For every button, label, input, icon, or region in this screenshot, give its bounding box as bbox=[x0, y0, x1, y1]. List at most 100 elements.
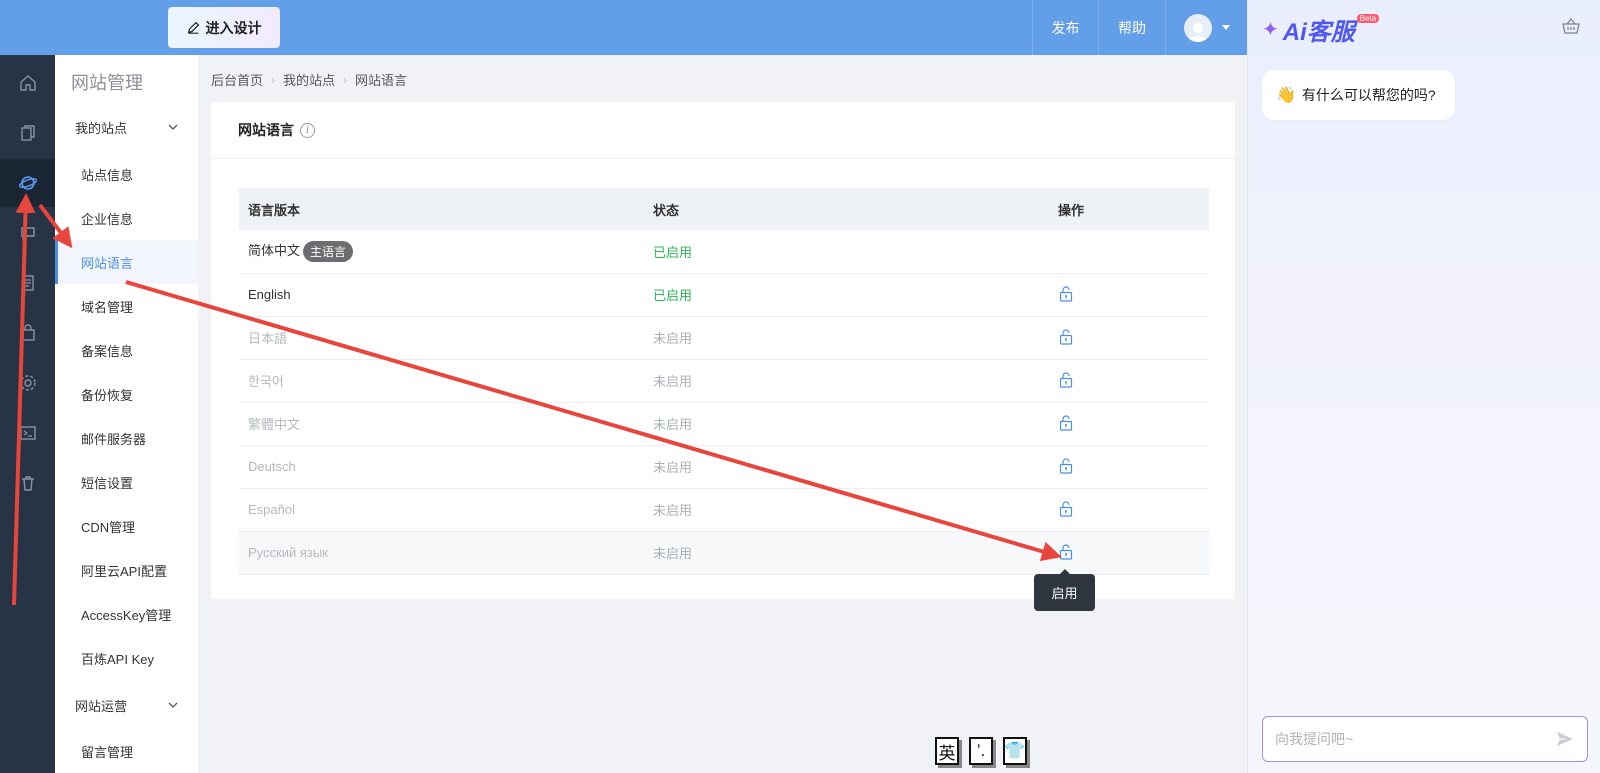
status-cell: 未启用 bbox=[644, 488, 1049, 532]
home-icon bbox=[19, 75, 36, 91]
breadcrumb-current: 网站语言 bbox=[355, 73, 408, 88]
language-cell: 简体中文 主语言 bbox=[239, 230, 644, 274]
status-cell: 未启用 bbox=[644, 445, 1049, 489]
card-header: 网站语言 i bbox=[211, 102, 1235, 159]
info-icon[interactable]: i bbox=[300, 122, 315, 138]
beta-badge: Beta bbox=[1356, 14, 1380, 23]
user-menu[interactable] bbox=[1165, 0, 1247, 55]
enter-design-button[interactable]: 进入设计 bbox=[168, 7, 280, 48]
sidebar-item-domain[interactable]: 域名管理 bbox=[55, 284, 198, 328]
ai-question-box[interactable] bbox=[1262, 716, 1588, 762]
sidebar-item-site-language[interactable]: 网站语言 bbox=[55, 240, 198, 284]
lock-icon[interactable] bbox=[1058, 414, 1074, 431]
action-cell bbox=[1049, 488, 1209, 532]
sidebar-item-company-info[interactable]: 企业信息 bbox=[55, 196, 198, 240]
basket-icon[interactable] bbox=[1562, 18, 1580, 34]
language-name: 繁體中文 bbox=[239, 402, 644, 446]
wave-hand-icon: 👋 bbox=[1276, 87, 1296, 104]
sidebar-item-sms[interactable]: 短信设置 bbox=[55, 460, 198, 504]
table-row: 简体中文 主语言 已启用 bbox=[239, 230, 1209, 274]
language-name: Español bbox=[239, 488, 644, 532]
rail-site[interactable] bbox=[0, 159, 55, 207]
publish-button[interactable]: 发布 bbox=[1032, 0, 1098, 55]
lock-icon[interactable] bbox=[1058, 285, 1074, 302]
ai-assistant-panel: ✦ Ai客服 Beta 👋 有什么可以帮您的吗? bbox=[1247, 0, 1600, 773]
rail-document[interactable] bbox=[0, 259, 55, 307]
language-name: Русский язык bbox=[239, 531, 644, 575]
sidebar-item-aliyun-api[interactable]: 阿里云API配置 bbox=[55, 548, 198, 592]
language-card: 网站语言 i 语言版本 状态 操作 简体中文 主语言 已启用 English 已启… bbox=[211, 102, 1235, 599]
sidebar-item-accesskey[interactable]: AccessKey管理 bbox=[55, 592, 198, 636]
table-row: Deutsch 未启用 bbox=[239, 445, 1209, 489]
sidebar-item-backup[interactable]: 备份恢复 bbox=[55, 372, 198, 416]
avatar bbox=[1183, 13, 1212, 42]
group-my-sites[interactable]: 我的站点 bbox=[55, 112, 198, 142]
column-header-action: 操作 bbox=[1049, 188, 1209, 230]
rail-settings[interactable] bbox=[0, 359, 55, 407]
chat-icon bbox=[20, 227, 35, 241]
ai-greeting-text: 有什么可以帮您的吗? bbox=[1301, 87, 1436, 103]
ime-mode-key[interactable]: 英 bbox=[935, 737, 959, 765]
table-row: 한국어 未启用 bbox=[239, 359, 1209, 403]
sidebar-item-bailian-key[interactable]: 百炼API Key bbox=[55, 636, 198, 680]
breadcrumb-my-sites[interactable]: 我的站点 bbox=[283, 70, 335, 89]
settings-gear-icon bbox=[19, 375, 36, 391]
ime-skin-key[interactable]: 👕 bbox=[1003, 737, 1027, 765]
sidebar-title: 网站管理 bbox=[71, 73, 143, 93]
ime-toolbar: 英 ’. 👕 bbox=[935, 737, 1027, 765]
send-icon[interactable] bbox=[1555, 729, 1575, 749]
group-label: 我的站点 bbox=[75, 120, 128, 136]
column-header-status: 状态 bbox=[644, 188, 1049, 230]
sidebar-item-icp[interactable]: 备案信息 bbox=[55, 328, 198, 372]
enter-design-label: 进入设计 bbox=[205, 19, 262, 36]
language-name: Deutsch bbox=[239, 445, 644, 489]
ai-question-input[interactable] bbox=[1275, 731, 1555, 747]
rail-home[interactable] bbox=[0, 59, 55, 107]
table-row: Español 未启用 bbox=[239, 488, 1209, 532]
action-cell bbox=[1049, 531, 1209, 575]
ai-greeting-bubble: 👋 有什么可以帮您的吗? bbox=[1262, 70, 1455, 120]
rail-terminal[interactable] bbox=[0, 409, 55, 457]
rail-pages[interactable] bbox=[0, 109, 55, 157]
rail-shop[interactable] bbox=[0, 309, 55, 357]
sub-sidebar: 网站管理 我的站点 站点信息 企业信息 网站语言 域名管理 备案信息 备份恢复 … bbox=[55, 55, 198, 773]
breadcrumb: 后台首页 › 我的站点 › 网站语言 bbox=[211, 70, 407, 89]
lock-icon[interactable] bbox=[1058, 457, 1074, 474]
breadcrumb-home[interactable]: 后台首页 bbox=[211, 70, 263, 89]
top-header: 进入设计 发布 帮助 bbox=[0, 0, 1247, 55]
language-name: 日本語 bbox=[239, 316, 644, 360]
language-table: 语言版本 状态 操作 简体中文 主语言 已启用 English 已启用 日本語 未… bbox=[239, 188, 1209, 575]
lock-icon[interactable] bbox=[1058, 371, 1074, 388]
terminal-icon bbox=[19, 426, 36, 440]
lock-icon[interactable] bbox=[1058, 500, 1074, 517]
table-row: English 已启用 bbox=[239, 273, 1209, 317]
action-cell bbox=[1049, 402, 1209, 446]
status-cell: 未启用 bbox=[644, 531, 1049, 575]
document-icon bbox=[21, 275, 34, 291]
status-cell: 已启用 bbox=[644, 273, 1049, 317]
language-name: 简体中文 bbox=[248, 243, 301, 259]
user-icon bbox=[1187, 22, 1208, 42]
status-cell: 已启用 bbox=[644, 230, 1049, 274]
column-header-language: 语言版本 bbox=[239, 188, 644, 230]
table-row: Русский язык 未启用 bbox=[239, 531, 1209, 575]
pages-icon bbox=[20, 125, 35, 141]
rail-chat[interactable] bbox=[0, 209, 55, 257]
icon-rail bbox=[0, 55, 55, 773]
ime-punctuation-key[interactable]: ’. bbox=[969, 737, 993, 765]
sidebar-item-cdn[interactable]: CDN管理 bbox=[55, 504, 198, 548]
sidebar-item-messages[interactable]: 留言管理 bbox=[55, 729, 198, 773]
primary-language-badge: 主语言 bbox=[303, 241, 354, 263]
group-site-operations[interactable]: 网站运营 bbox=[55, 690, 198, 720]
language-name: 한국어 bbox=[239, 359, 644, 403]
sidebar-item-site-info[interactable]: 站点信息 bbox=[55, 152, 198, 196]
lock-icon[interactable] bbox=[1058, 328, 1074, 345]
help-button[interactable]: 帮助 bbox=[1098, 0, 1165, 55]
chevron-down-icon bbox=[1221, 25, 1230, 30]
lock-icon[interactable] bbox=[1058, 543, 1074, 560]
chevron-right-icon: › bbox=[271, 72, 276, 87]
action-cell bbox=[1049, 230, 1209, 274]
rail-trash[interactable] bbox=[0, 459, 55, 507]
page-title: 网站语言 bbox=[238, 122, 294, 138]
sidebar-item-mail-server[interactable]: 邮件服务器 bbox=[55, 416, 198, 460]
